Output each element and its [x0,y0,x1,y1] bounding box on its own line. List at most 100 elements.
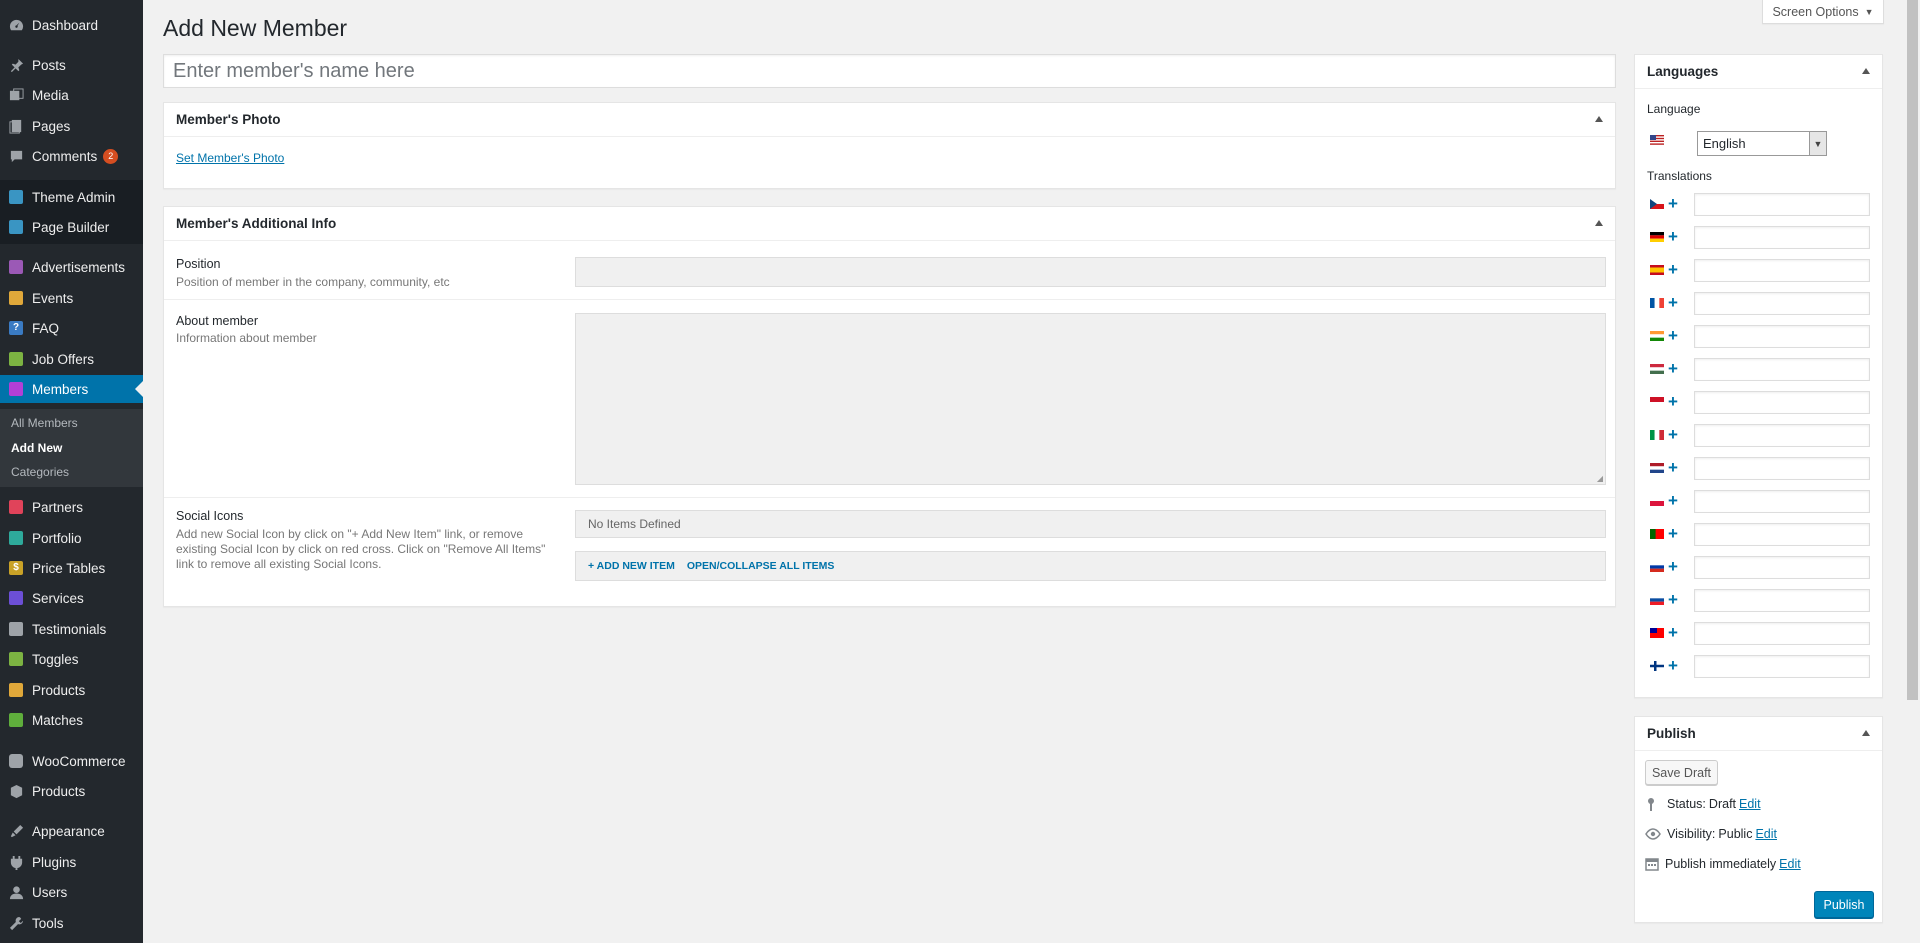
scrollbar-thumb[interactable] [1907,0,1918,700]
translation-input-id[interactable] [1694,391,1870,414]
translation-input-pt[interactable] [1694,523,1870,546]
page-scrollbar[interactable] [1905,0,1920,943]
calendar-icon [1645,858,1659,871]
sidebar-item-media[interactable]: Media [0,81,143,109]
member-info-header[interactable]: Member's Additional Info [164,207,1615,241]
collapse-arrow-icon[interactable] [1595,220,1603,226]
add-translation-icon[interactable]: + [1668,459,1678,476]
translation-input-fr[interactable] [1694,292,1870,315]
sidebar-item-users[interactable]: Users [0,878,143,906]
position-input[interactable] [575,257,1606,287]
collapse-arrow-icon[interactable] [1595,116,1603,122]
collapse-arrow-icon[interactable] [1862,68,1870,74]
sidebar-item-posts[interactable]: Posts [0,51,143,79]
theme-admin-icon [8,189,24,205]
translation-input-it[interactable] [1694,424,1870,447]
edit-status-link[interactable]: Edit [1739,797,1761,811]
about-label: About member [176,314,258,328]
sidebar-item-portfolio[interactable]: Portfolio [0,524,143,552]
edit-schedule-link[interactable]: Edit [1779,857,1801,871]
sidebar-item-members[interactable]: Members [0,375,143,403]
translation-input-hu[interactable] [1694,358,1870,381]
set-member-photo-link[interactable]: Set Member's Photo [176,151,284,165]
add-translation-icon[interactable]: + [1668,294,1678,311]
sidebar-item-testimonials[interactable]: Testimonials [0,615,143,643]
add-translation-icon[interactable]: + [1668,657,1678,674]
sidebar-item-job-offers[interactable]: Job Offers [0,345,143,373]
publish-button[interactable]: Publish [1814,891,1874,918]
submenu-add-new[interactable]: Add New [11,441,62,455]
toggle-all-items-link[interactable]: OPEN/COLLAPSE ALL ITEMS [687,560,835,572]
add-translation-icon[interactable]: + [1668,492,1678,509]
products-icon [8,682,24,698]
sidebar-item-label: Testimonials [32,621,107,637]
translation-input-in[interactable] [1694,325,1870,348]
sidebar-item-products[interactable]: Products [0,676,143,704]
job-offers-icon [8,351,24,367]
member-photo-header[interactable]: Member's Photo [164,103,1615,137]
add-translation-icon[interactable]: + [1668,228,1678,245]
page-title: Add New Member [163,15,348,41]
sidebar-item-label: Partners [32,499,84,515]
add-translation-icon[interactable]: + [1668,393,1678,410]
add-translation-icon[interactable]: + [1668,195,1678,212]
sidebar-item-partners[interactable]: Partners [0,493,143,521]
position-description: Position of member in the company, commu… [176,275,450,289]
sidebar-item-comments[interactable]: Comments 2 [0,142,143,170]
translation-input-es[interactable] [1694,259,1870,282]
sidebar-item-plugins[interactable]: Plugins [0,848,143,876]
submenu-categories[interactable]: Categories [11,465,69,479]
sidebar-item-pages[interactable]: Pages [0,112,143,140]
resize-handle-icon[interactable]: ◢ [1597,474,1603,483]
translation-input-ru[interactable] [1694,556,1870,579]
translation-input-pl[interactable] [1694,490,1870,513]
publish-header[interactable]: Publish [1635,717,1882,751]
save-draft-button[interactable]: Save Draft [1645,760,1718,785]
add-translation-icon[interactable]: + [1668,525,1678,542]
sidebar-item-page-builder[interactable]: Page Builder [0,213,143,241]
chevron-down-icon: ▼ [1809,132,1826,155]
sidebar-item-woo-products[interactable]: Products [0,777,143,805]
add-translation-icon[interactable]: + [1668,327,1678,344]
translation-input-fi[interactable] [1694,655,1870,678]
sidebar-item-services[interactable]: Services [0,584,143,612]
collapse-arrow-icon[interactable] [1862,730,1870,736]
about-textarea[interactable]: ◢ [575,313,1606,485]
sidebar-item-faq[interactable]: ? FAQ [0,314,143,342]
add-translation-icon[interactable]: + [1668,624,1678,641]
add-translation-icon[interactable]: + [1668,261,1678,278]
add-new-item-link[interactable]: + ADD NEW ITEM [588,560,675,572]
member-name-placeholder: Enter member's name here [173,59,415,82]
screen-options-button[interactable]: Screen Options ▼ [1762,0,1884,24]
translation-input-sk[interactable] [1694,589,1870,612]
translation-input-cz[interactable] [1694,193,1870,216]
sidebar-item-matches[interactable]: Matches [0,706,143,734]
sidebar-item-label: Media [32,87,69,103]
translation-input-de[interactable] [1694,226,1870,249]
add-translation-icon[interactable]: + [1668,426,1678,443]
publish-box: Publish Save Draft Status: Draft Edit Vi… [1634,716,1883,923]
member-name-input[interactable]: Enter member's name here [163,54,1616,88]
sidebar-item-appearance[interactable]: Appearance [0,817,143,845]
add-translation-icon[interactable]: + [1668,591,1678,608]
de-flag-icon [1650,232,1664,242]
translation-input-tw[interactable] [1694,622,1870,645]
sidebar-item-events[interactable]: Events [0,284,143,312]
sidebar-item-toggles[interactable]: Toggles [0,645,143,673]
add-translation-icon[interactable]: + [1668,360,1678,377]
language-select-value: English [1703,136,1746,151]
sidebar-item-advertisements[interactable]: Advertisements [0,253,143,281]
submenu-all-members[interactable]: All Members [11,416,78,430]
languages-header[interactable]: Languages [1635,55,1882,89]
edit-visibility-link[interactable]: Edit [1755,827,1777,841]
sidebar-item-tools[interactable]: Tools [0,909,143,937]
sidebar-item-woocommerce[interactable]: WooCommerce [0,747,143,775]
hu-flag-icon [1650,364,1664,374]
plugins-icon [8,854,24,870]
sidebar-item-price-tables[interactable]: $ Price Tables [0,554,143,582]
language-select[interactable]: English ▼ [1697,131,1827,156]
sidebar-item-theme-admin[interactable]: Theme Admin [0,183,143,211]
translation-input-nl[interactable] [1694,457,1870,480]
sidebar-item-dashboard[interactable]: Dashboard [0,11,143,39]
add-translation-icon[interactable]: + [1668,558,1678,575]
